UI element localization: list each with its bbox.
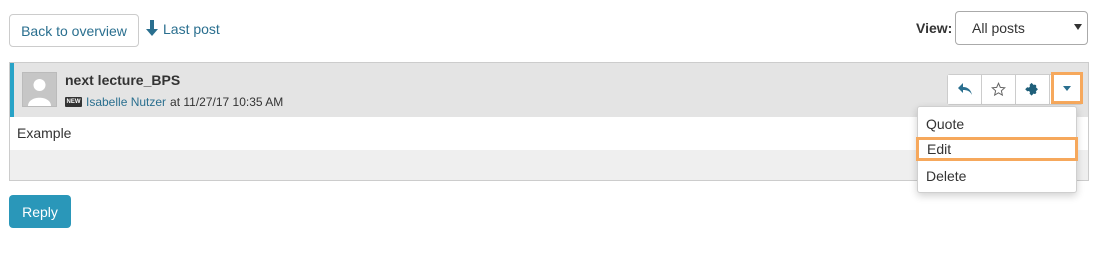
reply-icon-button[interactable] [948,75,982,104]
chevron-down-icon [1074,24,1082,30]
author-link[interactable]: Isabelle Nutzer [86,95,166,109]
actions-dropdown-menu: Quote Edit Delete [916,106,1078,193]
new-badge-icon: NEW [65,97,82,107]
star-button[interactable] [982,75,1016,104]
menu-item-edit[interactable]: Edit [916,137,1078,161]
post-timestamp: at 11/27/17 10:35 AM [170,95,284,109]
post-body-text: Example [17,125,72,141]
post-title: next lecture_BPS [65,72,181,88]
avatar [22,72,57,107]
post-meta: NEW Isabelle Nutzer at 11/27/17 10:35 AM [65,95,283,109]
view-label: View: [916,20,953,36]
reply-button[interactable]: Reply [9,195,71,228]
menu-item-quote[interactable]: Quote [918,112,1076,136]
more-actions-dropdown-button[interactable] [1051,72,1083,104]
menu-item-delete[interactable]: Delete [918,164,1076,188]
star-icon [991,82,1006,97]
view-select[interactable]: All posts [955,11,1088,45]
view-select-value: All posts [972,20,1025,36]
last-post-link[interactable]: Last post [145,19,220,39]
reply-icon [957,83,972,95]
arrow-down-icon [145,19,159,39]
puzzle-icon [1024,82,1038,96]
back-to-overview-button[interactable]: Back to overview [9,14,139,47]
puzzle-button[interactable] [1016,75,1050,104]
last-post-label: Last post [163,21,220,37]
caret-down-icon [1063,85,1071,91]
